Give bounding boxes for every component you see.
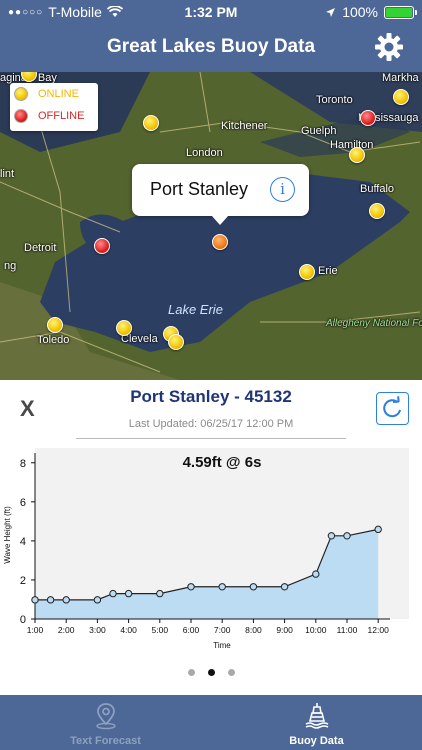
y-tick-label: 8 <box>20 458 26 470</box>
x-tick-label: 4:00 <box>120 625 137 635</box>
legend-offline-label: OFFLINE <box>38 110 85 122</box>
battery-fill <box>386 7 412 17</box>
y-tick-label: 0 <box>20 614 26 626</box>
buoy-marker-offline[interactable] <box>94 238 110 254</box>
status-bar: ●●○○○ T-Mobile 1:32 PM 100% <box>0 0 422 24</box>
x-tick-label: 3:00 <box>89 625 106 635</box>
location-arrow-icon <box>326 7 336 17</box>
buoy-marker-offline[interactable] <box>360 110 376 126</box>
data-point <box>280 583 289 591</box>
x-tick-label: 5:00 <box>152 625 169 635</box>
callout-station-name: Port Stanley <box>150 179 249 199</box>
data-point <box>374 525 382 534</box>
data-point <box>46 596 55 604</box>
wave-height-chart: 1:00 2:00 3:00 4:00 5:00 6:00 7:00 8:00 9:00 10:0… <box>3 448 409 650</box>
status-right-group: 100% <box>325 4 417 20</box>
legend-online-label: ONLINE <box>38 88 79 100</box>
map-legend: ONLINE OFFLINE <box>10 83 98 131</box>
city-label: Toledo <box>37 334 70 346</box>
data-point <box>249 583 258 591</box>
buoy-marker-online[interactable] <box>47 317 63 333</box>
legend-online: ONLINE <box>10 83 98 105</box>
buoy-marker-online[interactable] <box>349 147 365 163</box>
x-tick-label: 12:00 <box>368 625 390 635</box>
x-tick-label: 1:00 <box>27 625 44 635</box>
chart-title: 4.59ft @ 6s <box>183 454 262 471</box>
y-tick-label: 6 <box>20 497 26 509</box>
buoy-icon <box>305 703 328 729</box>
data-point <box>327 532 336 540</box>
data-point <box>343 532 351 540</box>
tab-bar: Text Forecast Buoy Data <box>0 695 422 750</box>
data-point <box>62 596 70 604</box>
page-dot[interactable] <box>227 669 235 676</box>
page-dot[interactable] <box>187 669 195 676</box>
city-label: lint <box>0 168 15 180</box>
city-label: Buffalo <box>360 183 395 195</box>
city-label: Guelph <box>301 125 337 137</box>
buoy-marker-online[interactable] <box>393 89 409 105</box>
data-point <box>187 583 195 591</box>
x-tick-label: 11:00 <box>337 625 358 635</box>
buoy-marker-online[interactable] <box>299 264 315 280</box>
x-tick-label: 9:00 <box>276 625 293 635</box>
city-label: ng <box>4 260 17 272</box>
refresh-button[interactable] <box>376 392 409 425</box>
y-tick-label: 2 <box>20 575 26 587</box>
tab-text-forecast[interactable]: Text Forecast <box>0 695 211 750</box>
data-point <box>93 596 102 604</box>
chart-y-axis-label: Wave Height (ft) <box>3 506 12 564</box>
city-label: London <box>186 147 223 159</box>
buoy-marker-online[interactable] <box>168 334 184 350</box>
data-point <box>218 583 226 591</box>
page-indicator <box>0 669 422 676</box>
buoy-marker-online[interactable] <box>116 320 132 336</box>
y-tick-label: 4 <box>20 536 26 548</box>
data-point <box>31 596 39 604</box>
city-label: Erie <box>318 265 338 277</box>
battery-icon <box>384 5 417 19</box>
buoy-marker-online[interactable] <box>369 203 385 219</box>
info-icon[interactable]: i <box>270 177 295 202</box>
data-point <box>109 589 117 598</box>
nav-bar: ●●○○○ T-Mobile 1:32 PM 100% Great Lakes … <box>0 0 422 72</box>
buoy-marker-online[interactable] <box>143 115 159 131</box>
data-point <box>312 570 320 578</box>
station-title: Port Stanley - 45132 <box>130 387 292 406</box>
city-label: Allegheny National Fo <box>326 318 422 329</box>
last-updated-text: Last Updated: 06/25/17 12:00 PM <box>128 418 294 430</box>
x-tick-label: 10:00 <box>305 625 327 635</box>
city-label: Toronto <box>316 94 353 106</box>
map-pin-icon <box>95 703 116 730</box>
map-view[interactable]: Lake Erie Markha Toronto Mississauga Kit… <box>0 72 422 380</box>
city-label: Markha <box>382 72 419 84</box>
online-dot-icon <box>14 87 28 101</box>
chart-x-axis-label: Time <box>213 641 231 650</box>
offline-dot-icon <box>14 109 28 123</box>
x-tick-label: 2:00 <box>58 625 75 635</box>
city-label: Kitchener <box>221 120 268 132</box>
buoy-detail-panel: X Port Stanley - 45132 Last Updated: 06/… <box>0 380 422 695</box>
x-tick-label: 6:00 <box>183 625 200 635</box>
x-tick-label: 7:00 <box>214 625 231 635</box>
data-point <box>156 589 164 598</box>
battery-percent: 100% <box>342 4 378 20</box>
lake-label: Lake Erie <box>168 302 223 317</box>
data-point <box>124 589 133 598</box>
legend-offline: OFFLINE <box>10 105 98 127</box>
buoy-callout[interactable]: Port Stanley i <box>132 164 309 225</box>
divider <box>76 438 346 439</box>
city-label: Detroit <box>24 242 57 254</box>
gear-icon[interactable] <box>374 32 404 62</box>
page-dot-active[interactable] <box>207 669 215 676</box>
refresh-icon <box>383 399 402 418</box>
buoy-marker-selected[interactable] <box>212 234 228 250</box>
x-tick-label: 8:00 <box>245 625 262 635</box>
tab-label: Text Forecast <box>70 735 141 747</box>
tab-buoy-data[interactable]: Buoy Data <box>211 695 422 750</box>
page-title: Great Lakes Buoy Data <box>106 36 316 57</box>
tab-label: Buoy Data <box>289 735 344 747</box>
